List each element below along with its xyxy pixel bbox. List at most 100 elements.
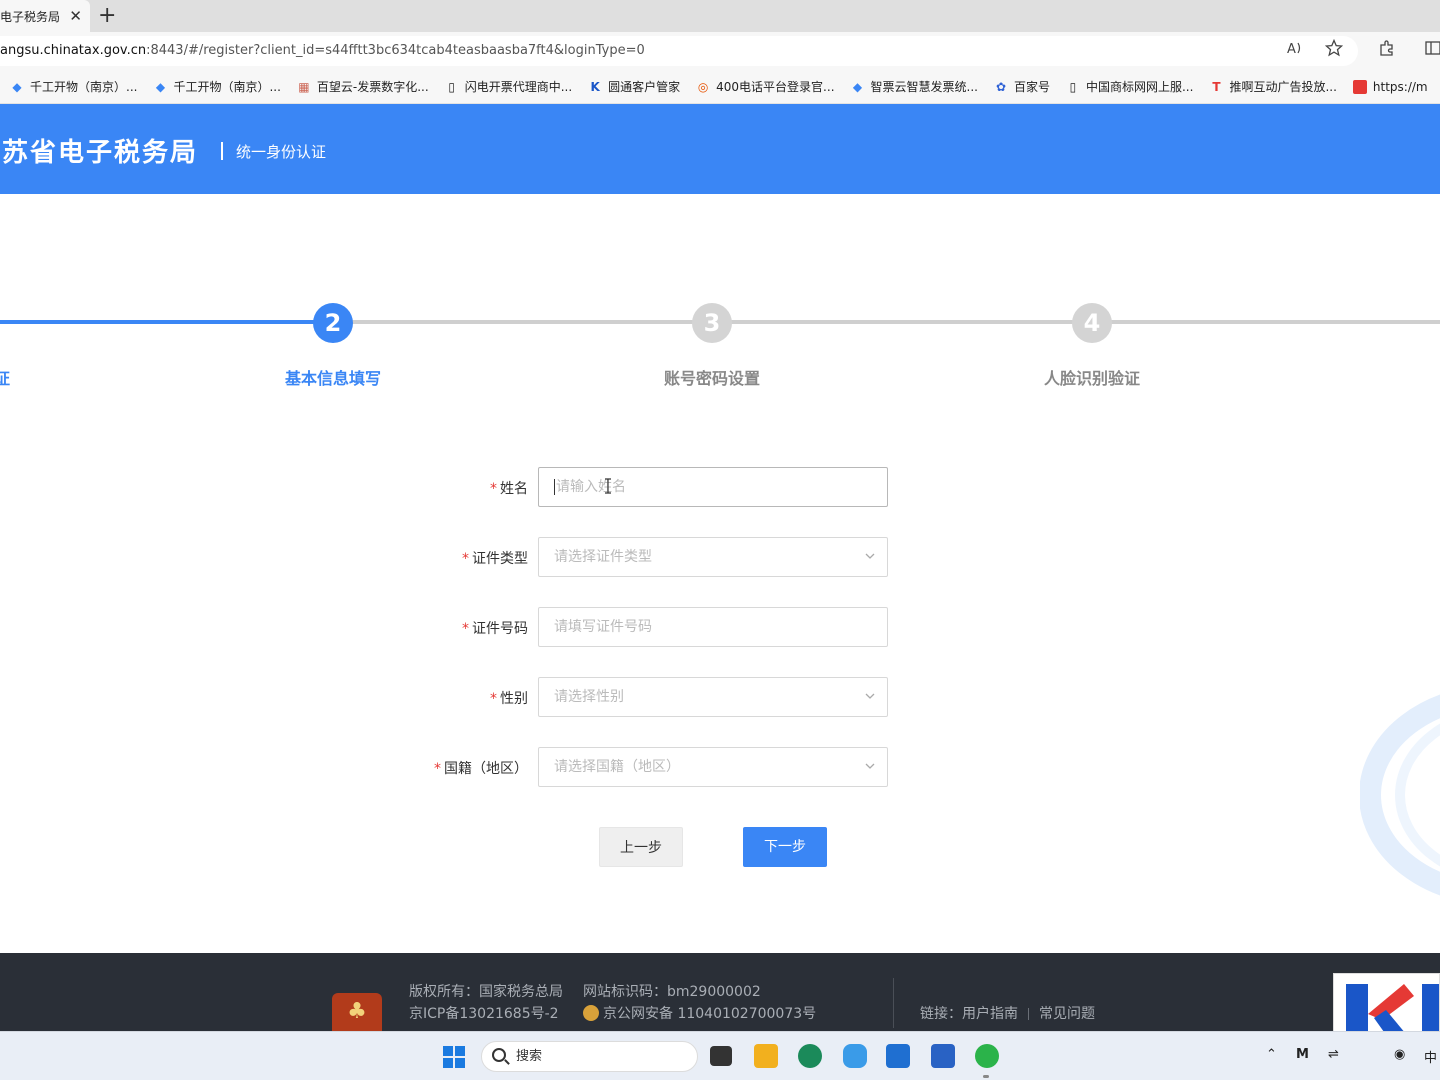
form-row-idnum: * 证件号码 请填写证件号码 bbox=[0, 607, 1440, 647]
tray-app-icon[interactable]: M bbox=[1296, 1047, 1309, 1062]
t-icon: T bbox=[1212, 79, 1221, 94]
taskbar-search-input[interactable]: 搜索 bbox=[481, 1041, 698, 1072]
edge-browser-icon[interactable] bbox=[798, 1044, 822, 1068]
active-app-indicator bbox=[983, 1075, 989, 1078]
tray-mic-icon[interactable]: ◉ bbox=[1394, 1047, 1405, 1062]
mail-app-icon[interactable] bbox=[931, 1044, 955, 1068]
bookmark-item[interactable]: ▯ 中国商标网网上服... bbox=[1066, 78, 1194, 95]
search-icon bbox=[492, 1048, 506, 1062]
header-divider bbox=[221, 142, 223, 160]
browser-tab-bar: 电子税务局 ✕ + bbox=[0, 0, 1440, 32]
bookmark-icon: ◆ bbox=[12, 79, 22, 94]
site-header: 江苏省电子税务局 统一身份认证 bbox=[0, 104, 1440, 194]
page-icon: ▯ bbox=[1069, 79, 1077, 94]
form-row-gender: * 性别 请选择性别 bbox=[0, 677, 1440, 717]
step-label-1: 证 bbox=[0, 369, 11, 388]
url-path: :8443/#/register?client_id=s44fftt3bc634… bbox=[146, 43, 645, 58]
bookmark-item[interactable]: ▦ 百望云-发票数字化... bbox=[297, 78, 428, 95]
prev-step-button[interactable]: 上一步 bbox=[599, 827, 683, 867]
tray-network-icon[interactable]: ⇌ bbox=[1328, 1047, 1339, 1062]
os-taskbar: 搜索 ⌃ M ⇌ ◉ 中 bbox=[0, 1031, 1440, 1080]
paw-icon: ✿ bbox=[995, 79, 1006, 94]
ime-indicator[interactable]: 中 bbox=[1424, 1047, 1437, 1066]
idtype-label: * 证件类型 bbox=[462, 551, 528, 567]
footer-police-record[interactable]: 京公网安备 11040102700073号 bbox=[583, 1003, 816, 1023]
bookmarks-bar: ◆ 千工开物（南京）... ◆ 千工开物（南京）... ▦ 百望云-发票数字化... … bbox=[0, 70, 1440, 104]
footer-icp[interactable]: 京ICP备13021685号-2 bbox=[409, 1003, 559, 1023]
bookmark-item[interactable]: ◆ 千工开物（南京）... bbox=[153, 78, 281, 95]
extensions-icon[interactable] bbox=[1378, 39, 1396, 61]
ibeam-cursor-icon bbox=[604, 478, 612, 498]
bookmark-item[interactable]: ◎ 400电话平台登录官... bbox=[696, 78, 835, 95]
police-badge-icon bbox=[583, 1005, 599, 1021]
bookmark-item[interactable]: K 圆通客户管家 bbox=[588, 78, 680, 95]
step-3-label: 账号密码设置 bbox=[663, 369, 761, 388]
tab-title: 电子税务局 bbox=[0, 9, 61, 24]
url-host: angsu.chinatax.gov.cn bbox=[0, 43, 147, 58]
step-progress-line bbox=[320, 320, 1440, 324]
bookmark-item[interactable]: ▯ 闪电开票代理商中... bbox=[445, 78, 572, 95]
footer-copyright: 版权所有：国家税务总局 bbox=[409, 984, 563, 1000]
bookmark-item[interactable]: ◆ 千工开物（南京）... bbox=[10, 78, 137, 95]
cloud-app-icon[interactable] bbox=[843, 1044, 867, 1068]
phone-icon: ◎ bbox=[697, 79, 709, 94]
page-icon: ▯ bbox=[448, 79, 455, 94]
bookmark-item[interactable]: https://m bbox=[1352, 79, 1428, 94]
bookmark-icon: ◆ bbox=[155, 79, 166, 94]
user-guide-link[interactable]: 用户指南 bbox=[962, 1006, 1018, 1022]
form-row-idtype: * 证件类型 请选择证件类型 bbox=[0, 537, 1440, 577]
url-input[interactable]: angsu.chinatax.gov.cn:8443/#/register?cl… bbox=[0, 36, 1358, 66]
step-4-label: 人脸识别验证 bbox=[1043, 369, 1141, 388]
task-view-icon[interactable] bbox=[710, 1046, 732, 1066]
footer-divider bbox=[893, 978, 894, 1028]
bookmark-item[interactable]: ◆ 智票云智慧发票统... bbox=[851, 78, 978, 95]
tray-chevron-up-icon[interactable]: ⌃ bbox=[1266, 1047, 1277, 1062]
step-2-label: 基本信息填写 bbox=[284, 369, 382, 388]
wechat-icon[interactable] bbox=[975, 1044, 999, 1068]
site-subtitle: 统一身份认证 bbox=[236, 143, 327, 161]
store-icon[interactable] bbox=[886, 1044, 910, 1068]
site-footer: ♣ 版权所有：国家税务总局 网站标识码：bm29000002 京ICP备1302… bbox=[0, 953, 1440, 1031]
chevron-down-icon bbox=[865, 763, 875, 769]
bookmark-item[interactable]: T 推啊互动广告投放... bbox=[1209, 78, 1337, 95]
gender-select[interactable]: 请选择性别 bbox=[538, 677, 888, 717]
gender-label: * 性别 bbox=[490, 691, 528, 707]
idtype-select[interactable]: 请选择证件类型 bbox=[538, 537, 888, 577]
nationality-label: * 国籍（地区） bbox=[434, 761, 528, 777]
idnum-label: * 证件号码 bbox=[462, 621, 528, 637]
step-4-circle: 4 bbox=[1072, 303, 1112, 343]
footer-links: 链接：用户指南 常见问题 bbox=[920, 1006, 1095, 1022]
favorite-star-icon[interactable] bbox=[1324, 38, 1344, 61]
idnum-input[interactable]: 请填写证件号码 bbox=[538, 607, 888, 647]
form-row-name: * 姓名 请输入姓名 bbox=[0, 467, 1440, 507]
file-explorer-icon[interactable] bbox=[754, 1044, 778, 1068]
bookmark-icon: ▦ bbox=[298, 79, 310, 94]
read-aloud-icon[interactable]: A bbox=[1286, 39, 1304, 61]
chevron-down-icon bbox=[865, 693, 875, 699]
address-bar: angsu.chinatax.gov.cn:8443/#/register?cl… bbox=[0, 32, 1440, 70]
step-3-circle: 3 bbox=[692, 303, 732, 343]
chevron-down-icon bbox=[865, 553, 875, 559]
svg-text:A: A bbox=[1287, 42, 1296, 57]
browser-tab[interactable]: 电子税务局 ✕ bbox=[0, 0, 90, 32]
site-title: 江苏省电子税务局 bbox=[0, 138, 199, 168]
close-icon[interactable]: ✕ bbox=[69, 7, 82, 25]
split-screen-icon[interactable] bbox=[1424, 39, 1440, 61]
nationality-select[interactable]: 请选择国籍（地区） bbox=[538, 747, 888, 787]
red-icon bbox=[1352, 79, 1367, 94]
form-row-nationality: * 国籍（地区） 请选择国籍（地区） bbox=[0, 747, 1440, 787]
footer-site-code: 网站标识码：bm29000002 bbox=[583, 984, 761, 1000]
windows-start-icon[interactable] bbox=[443, 1046, 465, 1068]
bookmark-item[interactable]: ✿ 百家号 bbox=[994, 78, 1050, 95]
text-caret bbox=[554, 479, 555, 495]
new-tab-icon[interactable]: + bbox=[98, 3, 116, 28]
step-2-circle: 2 bbox=[313, 303, 353, 343]
k-icon: K bbox=[590, 79, 600, 94]
step-progress-done bbox=[0, 320, 320, 324]
name-label: * 姓名 bbox=[490, 481, 528, 497]
next-step-button[interactable]: 下一步 bbox=[743, 827, 827, 867]
name-input[interactable]: 请输入姓名 bbox=[538, 467, 888, 507]
faq-link[interactable]: 常见问题 bbox=[1039, 1006, 1095, 1022]
tax-emblem-icon: ♣ bbox=[332, 993, 382, 1031]
bookmark-icon: ◆ bbox=[852, 79, 863, 94]
